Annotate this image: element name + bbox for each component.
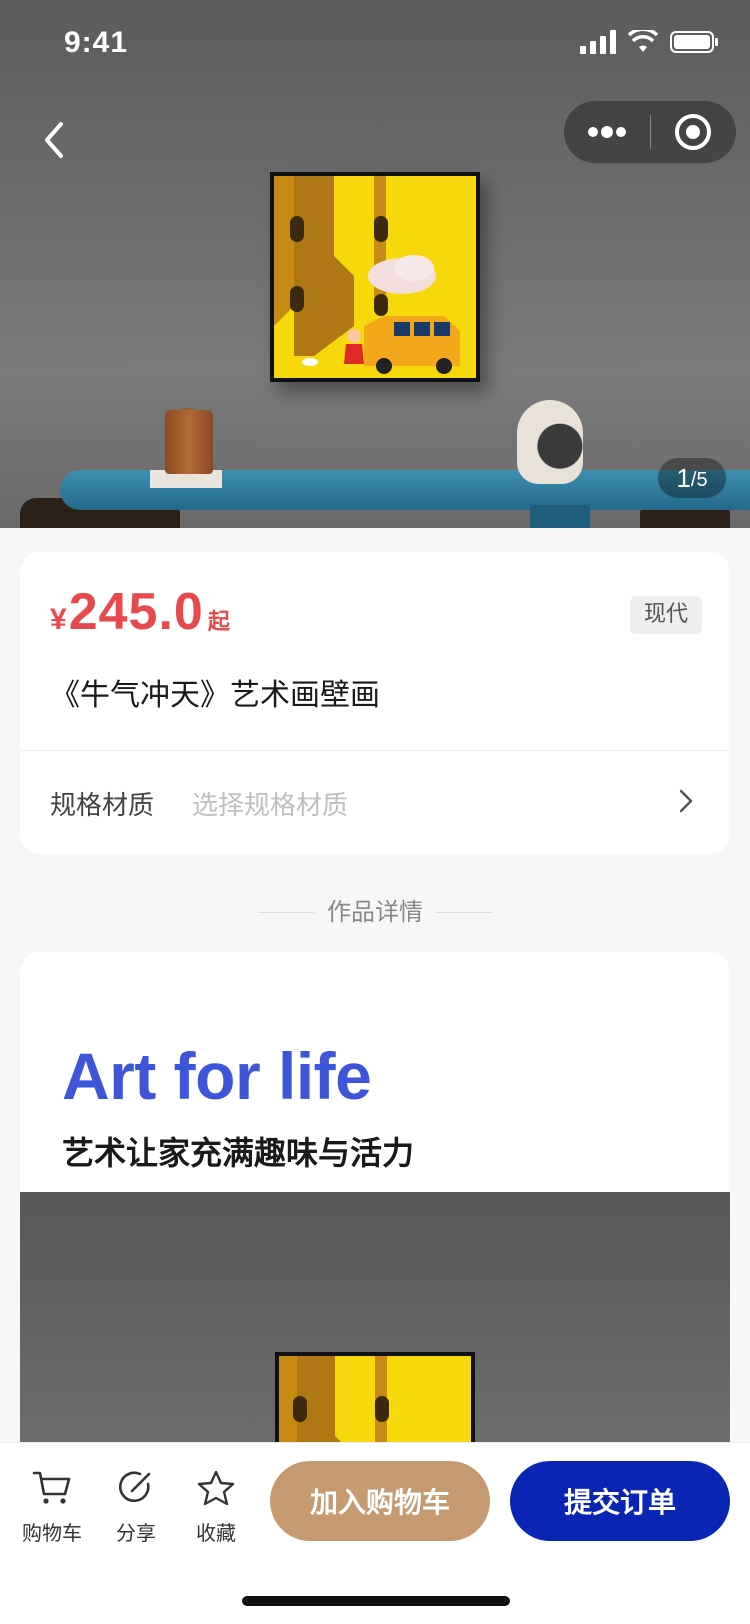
sculpture [517,400,583,484]
price-currency: ¥ [50,603,67,636]
signal-icon [580,30,616,54]
status-time: 9:41 [64,26,129,59]
style-tag: 现代 [629,596,702,634]
chevron-right-icon [679,789,693,813]
painting-artwork [274,176,476,378]
cart-tab-label: 购物车 [22,1521,82,1545]
painting-frame [270,172,480,382]
vase [165,410,213,474]
spec-label: 规格材质 [50,791,155,821]
battery-icon [670,31,718,53]
pager-total: /5 [690,468,708,491]
spec-selector[interactable]: 规格材质 选择规格材质 [20,751,730,854]
cart-icon [32,1471,71,1504]
miniprogram-capsule [563,100,737,164]
table-leg [530,505,590,528]
pager-current: 1 [676,462,691,493]
more-icon [587,126,626,138]
more-button[interactable] [564,100,650,164]
price: ¥ 245.0 起 [50,582,230,642]
submit-order-button[interactable]: 提交订单 [510,1461,730,1541]
detail-headline-en: Art for life [62,1039,372,1113]
favorite-tab[interactable]: 收藏 [176,1465,256,1546]
section-title: 作品详情 [327,898,423,926]
share-tab-label: 分享 [116,1521,156,1545]
add-to-cart-button[interactable]: 加入购物车 [270,1461,490,1541]
close-miniprogram-button[interactable] [651,100,737,164]
status-bar: 9:41 [0,0,750,88]
product-info-card: ¥ 245.0 起 现代 《牛气冲天》艺术画壁画 规格材质 选择规格材质 [20,552,730,854]
cart-tab[interactable]: 购物车 [12,1465,92,1546]
star-icon [197,1470,235,1506]
status-icons [580,30,720,54]
wifi-icon [628,30,658,52]
target-icon [675,114,712,150]
detail-headline-cn: 艺术让家充满趣味与活力 [62,1134,415,1172]
section-line-right [436,912,492,913]
share-icon [118,1471,151,1503]
product-title: 《牛气冲天》艺术画壁画 [50,678,380,713]
back-icon [45,122,63,158]
favorite-tab-label: 收藏 [196,1521,236,1545]
price-suffix: 起 [207,610,230,635]
share-tab[interactable]: 分享 [96,1465,176,1546]
back-button[interactable] [24,110,84,170]
home-indicator [242,1596,510,1606]
product-image-carousel[interactable]: 9:41 1 /5 [0,0,750,528]
price-value: 245.0 [68,583,204,641]
spec-placeholder: 选择规格材质 [192,791,349,821]
image-pager: 1/5 [658,458,726,498]
